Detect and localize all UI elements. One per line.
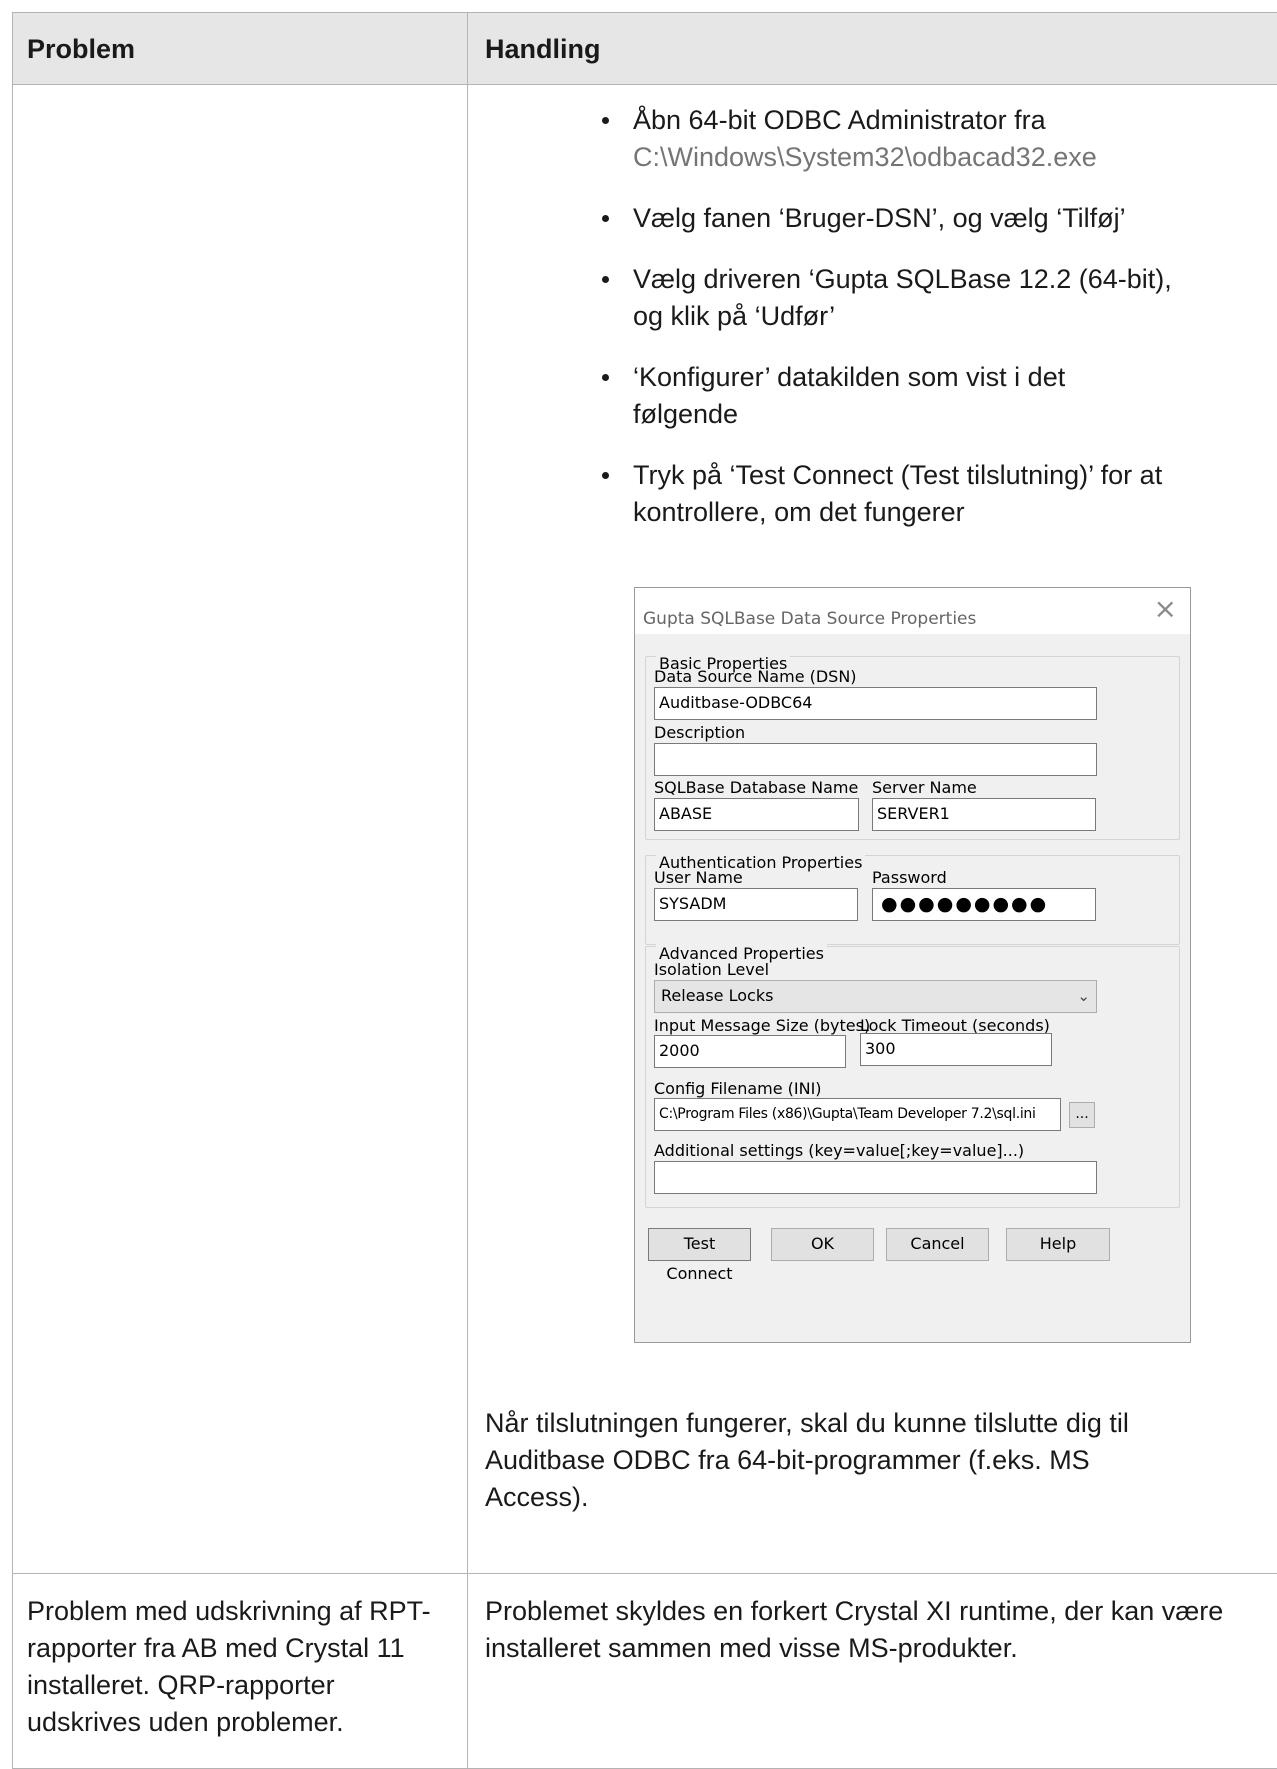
database-name-input[interactable]: ABASE bbox=[654, 798, 859, 831]
dsn-label: Data Source Name (DSN) bbox=[654, 667, 857, 686]
action-cell: Åbn 64-bit ODBC Administrator fra C:\Wind… bbox=[467, 84, 1277, 1574]
server-name-label: Server Name bbox=[872, 778, 977, 797]
isolation-level-value: Release Locks bbox=[661, 986, 774, 1005]
isolation-level-select[interactable]: Release Locks ⌄ bbox=[654, 980, 1097, 1013]
chevron-down-icon: ⌄ bbox=[1077, 987, 1090, 1005]
description-input[interactable] bbox=[654, 743, 1097, 776]
problem-cell-empty bbox=[12, 84, 468, 1574]
help-button[interactable]: Help bbox=[1006, 1228, 1110, 1261]
bullet-icon bbox=[602, 276, 609, 283]
list-item: Vælg driveren ‘Gupta SQLBase 12.2 (64-bi… bbox=[602, 261, 1176, 335]
steps-list: Åbn 64-bit ODBC Administrator fra C:\Wind… bbox=[602, 102, 1176, 555]
list-item: Åbn 64-bit ODBC Administrator fra C:\Wind… bbox=[602, 102, 1176, 176]
user-name-input[interactable]: SYSADM bbox=[654, 888, 858, 921]
header-action: Handling bbox=[467, 12, 1277, 85]
dialog-titlebar: Gupta SQLBase Data Source Properties × bbox=[635, 588, 1190, 634]
user-name-label: User Name bbox=[654, 868, 743, 887]
server-name-input[interactable]: SERVER1 bbox=[872, 798, 1096, 831]
password-label: Password bbox=[872, 868, 947, 887]
description-label: Description bbox=[654, 723, 746, 742]
additional-settings-label: Additional settings (key=value[;key=valu… bbox=[654, 1141, 1025, 1160]
lock-timeout-input[interactable]: 300 bbox=[860, 1033, 1052, 1066]
browse-button[interactable]: ... bbox=[1069, 1102, 1095, 1128]
cancel-button[interactable]: Cancel bbox=[886, 1228, 989, 1261]
test-connect-button[interactable]: Test Connect bbox=[648, 1228, 751, 1283]
header-row: Problem Handling bbox=[12, 12, 1277, 85]
database-name-label: SQLBase Database Name bbox=[654, 778, 859, 797]
table-row: Problem med udskrivning af RPT-rapporter… bbox=[12, 1573, 1277, 1769]
table-row: Åbn 64-bit ODBC Administrator fra C:\Wind… bbox=[12, 84, 1277, 1574]
conclusion-text: Når tilslutningen fungerer, skal du kunn… bbox=[485, 1408, 1129, 1512]
bullet-icon bbox=[602, 374, 609, 381]
problem-cell: Problem med udskrivning af RPT-rapporter… bbox=[12, 1573, 468, 1769]
dialog-title: Gupta SQLBase Data Source Properties bbox=[643, 609, 977, 629]
list-item: Vælg fanen ‘Bruger-DSN’, og vælg ‘Tilføj… bbox=[602, 200, 1176, 237]
close-icon[interactable]: × bbox=[1154, 594, 1177, 624]
config-filename-input[interactable]: C:\Program Files (x86)\Gupta\Team Develo… bbox=[654, 1098, 1061, 1131]
list-item: ‘Konfigurer’ datakilden som vist i det f… bbox=[602, 359, 1176, 433]
list-item: Tryk på ‘Test Connect (Test tilslutning)… bbox=[602, 457, 1176, 531]
config-filename-label: Config Filename (INI) bbox=[654, 1079, 822, 1098]
isolation-level-label: Isolation Level bbox=[654, 960, 770, 979]
message-size-label: Input Message Size (bytes) bbox=[654, 1016, 871, 1035]
ok-button[interactable]: OK bbox=[771, 1228, 874, 1261]
bullet-icon bbox=[602, 472, 609, 479]
data-source-properties-dialog: Gupta SQLBase Data Source Properties × B… bbox=[634, 587, 1191, 1343]
additional-settings-input[interactable] bbox=[654, 1161, 1097, 1194]
message-size-input[interactable]: 2000 bbox=[654, 1035, 846, 1068]
password-input[interactable]: ●●●●●●●●● bbox=[872, 888, 1096, 921]
bullet-icon bbox=[602, 215, 609, 222]
file-path: C:\Windows\System32\odbacad32.exe bbox=[633, 142, 1097, 172]
header-problem: Problem bbox=[12, 12, 468, 85]
bullet-icon bbox=[602, 117, 609, 124]
dsn-input[interactable]: Auditbase-ODBC64 bbox=[654, 687, 1097, 720]
troubleshooting-table: Problem Handling Åbn 64-bit ODBC Adminis… bbox=[12, 12, 1277, 1769]
action-cell: Problemet skyldes en forkert Crystal XI … bbox=[467, 1573, 1277, 1769]
